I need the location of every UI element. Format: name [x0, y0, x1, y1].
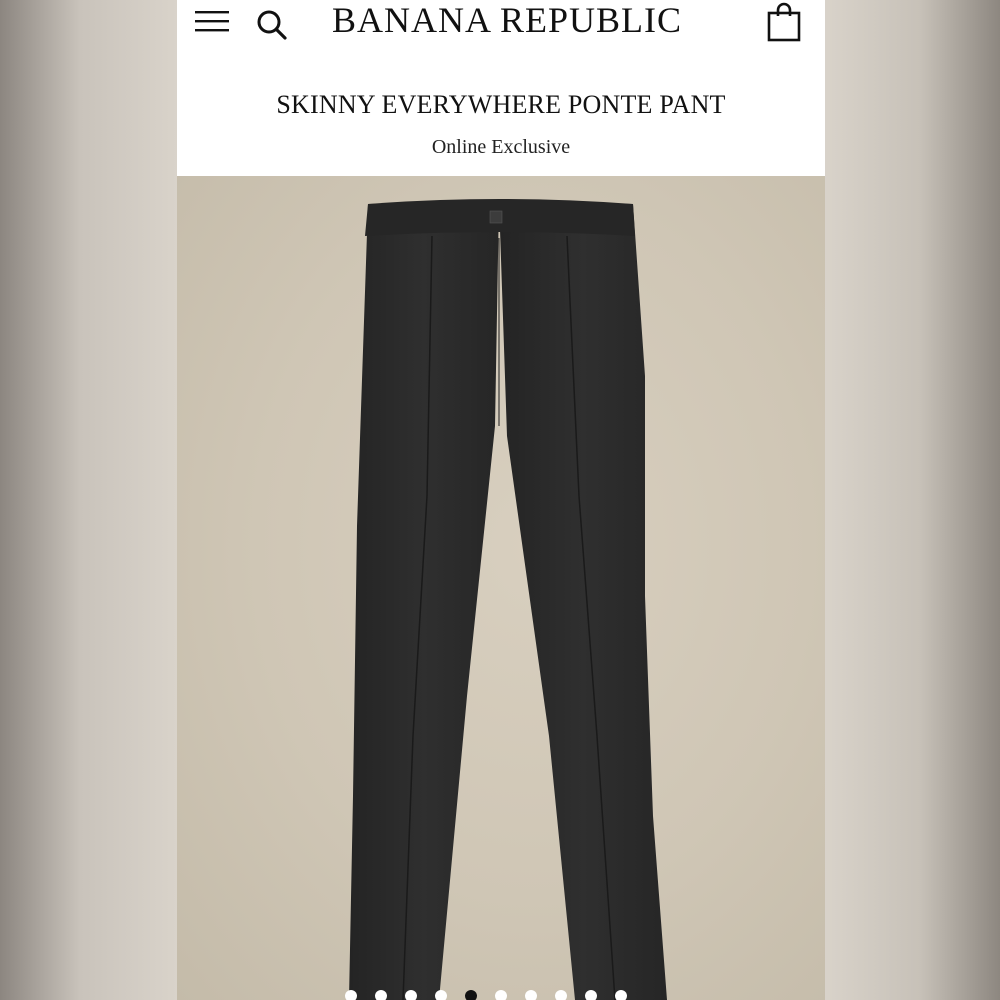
carousel-dot[interactable] [525, 990, 537, 1000]
carousel-dot[interactable] [435, 990, 447, 1000]
carousel-dot[interactable] [615, 990, 627, 1000]
phone-screen: BANANA REPUBLIC SKINNY EVERYWHERE PONTE … [177, 0, 825, 1000]
product-title: SKINNY EVERYWHERE PONTE PANT [276, 90, 726, 119]
carousel-dots[interactable] [177, 990, 825, 1000]
product-image-pant [349, 199, 667, 1000]
menu-icon[interactable] [195, 6, 229, 36]
brand-logo[interactable]: BANANA REPUBLIC [307, 0, 707, 40]
carousel-dot[interactable] [495, 990, 507, 1000]
carousel-dot[interactable] [555, 990, 567, 1000]
carousel-dot[interactable] [585, 990, 597, 1000]
shopping-bag-icon[interactable] [767, 2, 801, 42]
header: BANANA REPUBLIC SKINNY EVERYWHERE PONTE … [177, 0, 825, 176]
carousel-dot[interactable] [465, 990, 477, 1000]
search-icon[interactable] [255, 6, 289, 40]
product-subtitle: Online Exclusive [431, 136, 571, 158]
carousel-dot[interactable] [405, 990, 417, 1000]
product-image-area[interactable] [177, 176, 825, 1000]
carousel-dot[interactable] [345, 990, 357, 1000]
carousel-dot[interactable] [375, 990, 387, 1000]
